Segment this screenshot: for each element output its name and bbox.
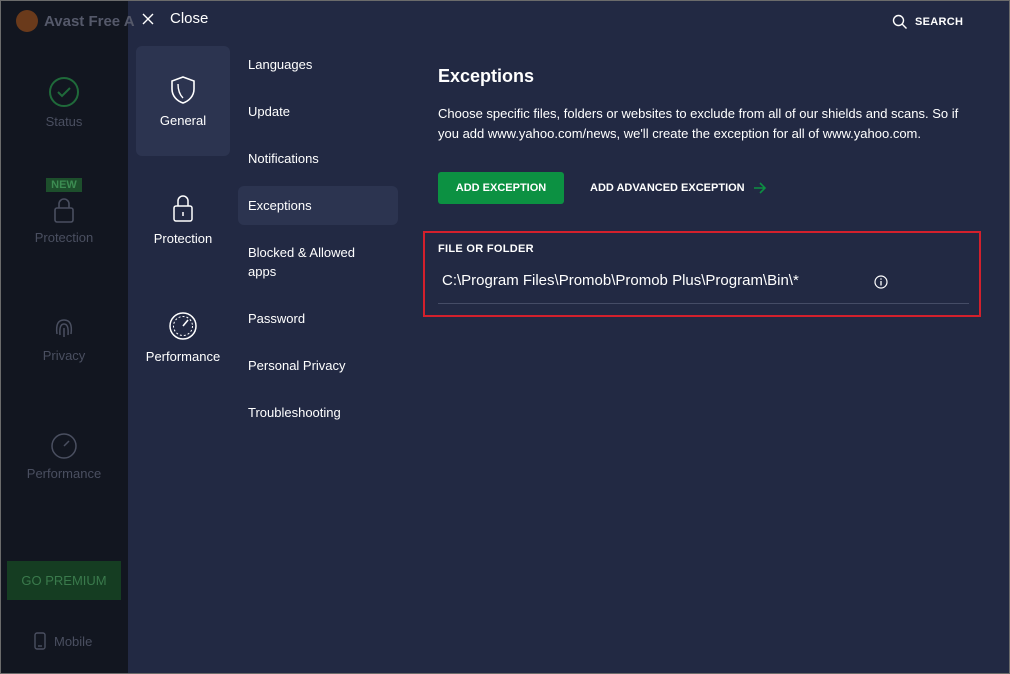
category-protection-label[interactable]: Protection (136, 231, 230, 246)
lock-icon (173, 195, 193, 222)
background-nav-privacy-label: Privacy (42, 348, 86, 363)
shield-icon (171, 76, 195, 104)
speedometer-icon (169, 312, 197, 340)
avast-logo-icon (16, 10, 38, 32)
background-nav-protection: NEW Protection (0, 176, 128, 245)
check-circle-icon (49, 77, 79, 107)
field-underline (438, 303, 969, 304)
go-premium-button: GO PREMIUM (7, 561, 121, 600)
subnav-notifications[interactable]: Notifications (238, 149, 398, 168)
category-protection[interactable]: Protection (136, 164, 230, 274)
subnav-update[interactable]: Update (238, 102, 398, 121)
background-app-sidebar: Avast Free A Status NEW Protection Priva… (0, 0, 135, 674)
lock-icon (54, 198, 74, 223)
background-app-title-text: Avast Free A (44, 12, 135, 30)
close-label[interactable]: Close (170, 10, 208, 27)
file-or-folder-label: FILE OR FOLDER (438, 243, 534, 255)
mobile-phone-icon (34, 632, 46, 650)
subnav-exceptions[interactable]: Exceptions (238, 186, 398, 225)
background-nav-protection-label: Protection (34, 230, 94, 245)
search-icon[interactable] (892, 14, 908, 30)
arrow-right-icon[interactable] (753, 182, 767, 194)
close-icon[interactable] (142, 13, 154, 25)
speedometer-icon (51, 433, 77, 459)
background-app-title: Avast Free A (16, 10, 135, 32)
page-title: Exceptions (438, 66, 535, 86)
background-nav-performance: Performance (0, 432, 128, 481)
background-nav-performance-label: Performance (26, 466, 102, 481)
add-advanced-exception-label[interactable]: ADD ADVANCED EXCEPTION (590, 182, 745, 194)
subnav-troubleshooting[interactable]: Troubleshooting (238, 403, 398, 422)
new-badge: NEW (46, 178, 82, 192)
add-exception-button[interactable]: ADD EXCEPTION (438, 172, 564, 204)
background-nav-status-label: Status (45, 114, 83, 129)
exceptions-description: Choose specific files, folders or websit… (438, 106, 959, 141)
info-icon[interactable] (874, 275, 888, 289)
close-button[interactable]: Close (142, 10, 208, 27)
category-performance[interactable]: Performance (136, 282, 230, 392)
subnav-password[interactable]: Password (238, 309, 398, 328)
category-performance-label[interactable]: Performance (136, 349, 230, 364)
add-advanced-exception-button[interactable]: ADD ADVANCED EXCEPTION (590, 172, 767, 204)
background-nav-status: Status (0, 76, 128, 129)
search-label[interactable]: SEARCH (915, 16, 963, 28)
background-nav-privacy: Privacy (0, 314, 128, 363)
exception-path-value[interactable]: C:\Program Files\Promob\Promob Plus\Prog… (442, 272, 799, 289)
search-button[interactable]: SEARCH (892, 14, 963, 30)
category-general[interactable]: General (136, 46, 230, 156)
background-nav-mobile: Mobile (34, 632, 92, 650)
background-nav-mobile-label: Mobile (54, 633, 93, 649)
subnav-languages[interactable]: Languages (238, 55, 398, 74)
subnav-blocked-allowed-apps[interactable]: Blocked & Allowed apps (238, 243, 388, 281)
category-general-label[interactable]: General (136, 113, 230, 128)
fingerprint-icon (55, 319, 73, 337)
subnav-personal-privacy[interactable]: Personal Privacy (238, 356, 398, 375)
